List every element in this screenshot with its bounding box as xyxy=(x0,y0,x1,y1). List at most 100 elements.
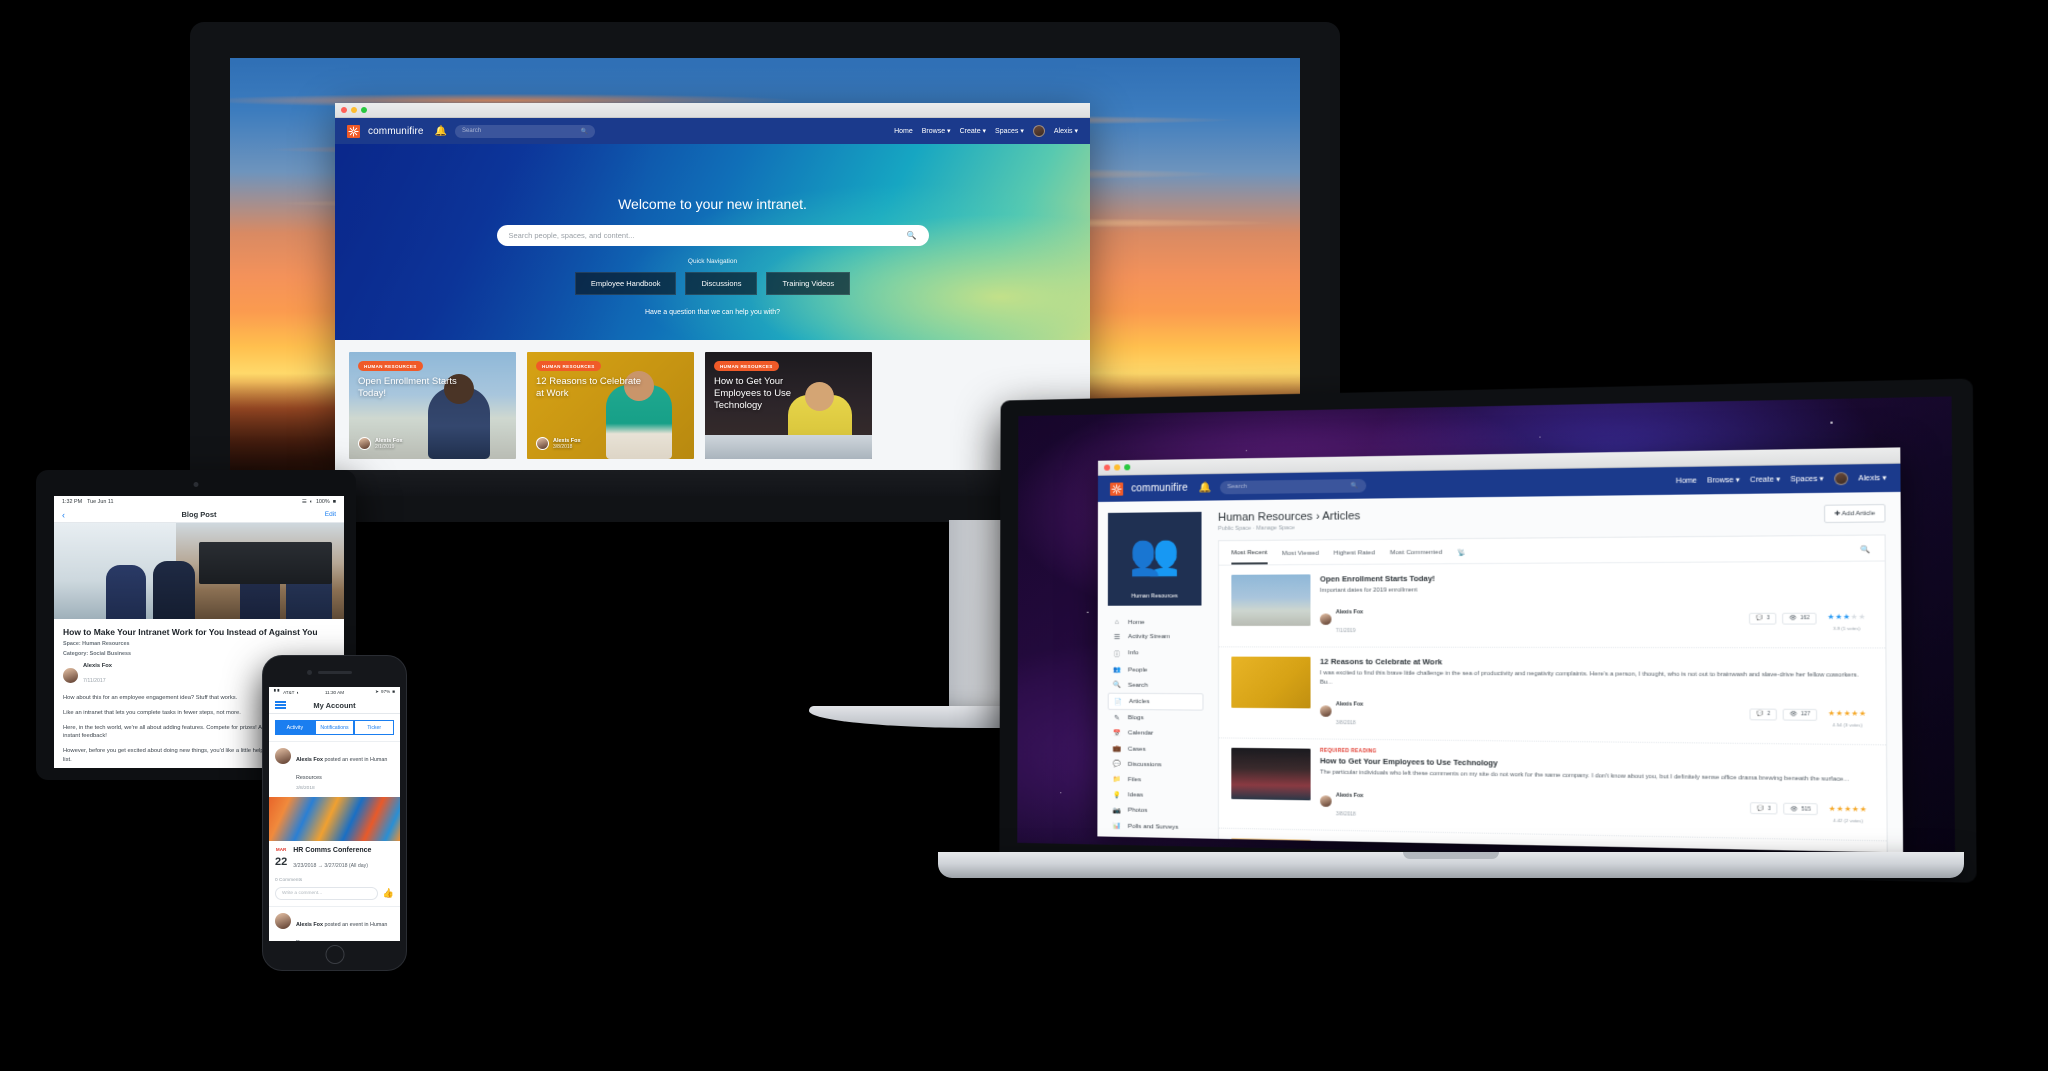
search-icon: 🔍 xyxy=(1112,681,1121,690)
nav-link-home[interactable]: Home xyxy=(1676,477,1697,485)
phone-screen: ▘▘ AT&T ◐ 11:30 AM ➤ 97% ■ My Account Ac… xyxy=(269,687,400,941)
sidebar-item-ideas[interactable]: 💡 Ideas xyxy=(1108,787,1204,804)
article-card[interactable]: HUMAN RESOURCES 12 Reasons to Celebrate … xyxy=(527,352,694,459)
thumbs-up-icon[interactable]: 👍 xyxy=(383,888,394,899)
sunburst-icon xyxy=(1110,481,1124,496)
sidebar-item-home[interactable]: ⌂ Home xyxy=(1108,615,1204,629)
phone-nav-bar: My Account xyxy=(269,697,400,714)
sidebar-item-info[interactable]: ⓘ Info xyxy=(1108,645,1204,663)
add-article-button[interactable]: ✚ Add Article xyxy=(1823,504,1886,524)
discussion-icon: 💬 xyxy=(1112,760,1121,769)
tab-highest-rated[interactable]: Highest Rated xyxy=(1334,549,1375,563)
nav-link-spaces[interactable]: Spaces ▾ xyxy=(995,127,1024,135)
phone-status-bar: ▘▘ AT&T ◐ 11:30 AM ➤ 97% ■ xyxy=(269,687,400,697)
rss-icon[interactable]: 📡 xyxy=(1457,548,1465,563)
article-card[interactable]: HUMAN RESOURCES Open Enrollment Starts T… xyxy=(349,352,516,459)
sidebar-item-calendar[interactable]: 📅 Calendar xyxy=(1108,725,1204,741)
tab-most-commented[interactable]: Most Commented xyxy=(1390,549,1442,563)
edit-button[interactable]: Edit xyxy=(325,511,336,518)
laptop-device: communifire 🔔 Search 🔍 Home Browse ▾ Cre… xyxy=(938,378,1977,883)
minimize-icon[interactable] xyxy=(1114,464,1121,471)
hero-search-input[interactable]: Search people, spaces, and content... 🔍 xyxy=(496,225,929,246)
nav-link-home[interactable]: Home xyxy=(894,128,913,135)
status-time: 11:30 AM xyxy=(324,689,345,695)
table-row[interactable]: 12 Reasons to Celebrate at Work I was ex… xyxy=(1218,647,1886,746)
avatar xyxy=(1320,705,1332,717)
plus-circle-icon: ✚ xyxy=(1834,511,1841,518)
nav-link-create[interactable]: Create ▾ xyxy=(1750,475,1780,484)
sidebar-item-search[interactable]: 🔍 Search xyxy=(1108,677,1204,693)
location-icon: ➤ xyxy=(375,689,380,694)
window-titlebar xyxy=(335,103,1090,118)
list-item[interactable]: Alexis Fox posted an event in Human Reso… xyxy=(269,906,400,941)
close-icon[interactable] xyxy=(341,107,347,113)
search-icon[interactable]: 🔍 xyxy=(1860,545,1870,560)
comment-section: 0 Comments Write a comment... 👍 xyxy=(269,878,400,906)
nav-link-browse[interactable]: Browse ▾ xyxy=(922,127,951,135)
phone-home-button[interactable] xyxy=(325,945,344,964)
notification-bell-icon[interactable]: 🔔 xyxy=(1199,482,1212,493)
tab-most-recent[interactable]: Most Recent xyxy=(1231,548,1268,565)
brand-name: communifire xyxy=(1131,482,1188,494)
nav-search-input[interactable]: Search 🔍 xyxy=(1220,478,1367,494)
phone-speaker xyxy=(317,671,352,674)
event-day: 22 xyxy=(275,856,288,868)
list-item[interactable]: Alexis Fox posted an event in Human Reso… xyxy=(269,742,400,797)
tab-most-viewed[interactable]: Most Viewed xyxy=(1282,550,1319,564)
tab-ticker[interactable]: Ticker xyxy=(354,720,395,735)
quick-nav-employee-handbook[interactable]: Employee Handbook xyxy=(574,272,677,295)
article-card[interactable]: HUMAN RESOURCES How to Get Your Employee… xyxy=(705,352,872,459)
table-row[interactable]: REQUIRED READING How to Get Your Employe… xyxy=(1218,738,1887,841)
nav-user-menu[interactable]: Alexis ▾ xyxy=(1858,474,1886,483)
sidebar-item-polls-and-surveys[interactable]: 📊 Polls and Surveys xyxy=(1107,818,1203,835)
sidebar-item-label: Blogs xyxy=(1127,714,1144,722)
sidebar-item-discussions[interactable]: 💬 Discussions xyxy=(1108,756,1204,773)
sidebar-item-cases[interactable]: 💼 Cases xyxy=(1108,741,1204,758)
view-count: 👁 162 xyxy=(1782,612,1817,625)
notification-bell-icon[interactable]: 🔔 xyxy=(435,126,447,137)
quick-nav-training-videos[interactable]: Training Videos xyxy=(766,272,851,295)
space-page-body: 👥 Human Resources ⌂ Home ☰ Activity Stream… xyxy=(1097,491,1904,853)
sidebar-item-blogs[interactable]: ✎ Blogs xyxy=(1108,710,1204,726)
comment-input[interactable]: Write a comment... xyxy=(275,887,378,900)
blog-icon: ✎ xyxy=(1113,714,1120,722)
article-thumbnail xyxy=(1231,656,1311,709)
tab-notifications[interactable]: Notifications xyxy=(314,720,355,735)
page-header: Human Resources › Articles Public Space … xyxy=(1218,504,1886,532)
publish-date: 7/1/2019 xyxy=(1335,629,1356,635)
avatar[interactable] xyxy=(1834,472,1848,486)
event-details[interactable]: MAR 22 HR Comms Conference 3/23/2018 → 3… xyxy=(269,841,400,878)
hamburger-icon[interactable] xyxy=(275,700,286,710)
sidebar-item-label: Discussions xyxy=(1127,760,1162,769)
avatar[interactable] xyxy=(1032,125,1045,137)
minimize-icon[interactable] xyxy=(351,107,357,113)
nav-link-browse[interactable]: Browse ▾ xyxy=(1707,476,1740,485)
maximize-icon[interactable] xyxy=(361,107,367,113)
nav-search-input[interactable]: Search 🔍 xyxy=(455,124,596,138)
sidebar-item-activity-stream[interactable]: ☰ Activity Stream xyxy=(1108,629,1204,644)
quick-nav-discussions[interactable]: Discussions xyxy=(685,272,758,295)
sidebar-item-people[interactable]: 👥 People xyxy=(1108,662,1204,678)
photo-subject xyxy=(286,557,333,619)
sidebar-item-files[interactable]: 📁 Files xyxy=(1108,772,1204,789)
signal-icon: ☰ xyxy=(301,498,307,505)
sidebar-item-articles[interactable]: 📄 Articles xyxy=(1107,692,1204,711)
nav-link-create[interactable]: Create ▾ xyxy=(960,127,986,135)
sidebar-item-photos[interactable]: 📷 Photos xyxy=(1108,802,1204,819)
nav-search-placeholder: Search xyxy=(1227,483,1247,491)
activity-feed: Alexis Fox posted an event in Human Reso… xyxy=(269,741,400,941)
chevron-left-icon[interactable]: ‹ xyxy=(62,510,65,520)
search-icon: 🔍 xyxy=(906,231,917,240)
table-row[interactable]: Open Enrollment Starts Today! Important … xyxy=(1218,561,1886,649)
communifire-desktop-window: communifire 🔔 Search 🔍 Home Browse ▾ Cre… xyxy=(335,103,1090,496)
close-icon[interactable] xyxy=(1104,464,1111,471)
tab-activity[interactable]: Activity xyxy=(275,720,315,735)
activity-text: Alexis Fox posted an event in Human Reso… xyxy=(296,922,387,941)
nav-link-spaces[interactable]: Spaces ▾ xyxy=(1790,475,1824,484)
eye-icon: 👁 xyxy=(1789,615,1797,622)
nav-user-menu[interactable]: Alexis ▾ xyxy=(1054,127,1078,135)
author-name: Alexis Fox xyxy=(296,922,323,928)
sidebar-item-label: Home xyxy=(1128,618,1145,626)
maximize-icon[interactable] xyxy=(1124,464,1131,471)
card-title: How to Get Your Employees to Use Technol… xyxy=(714,376,792,411)
